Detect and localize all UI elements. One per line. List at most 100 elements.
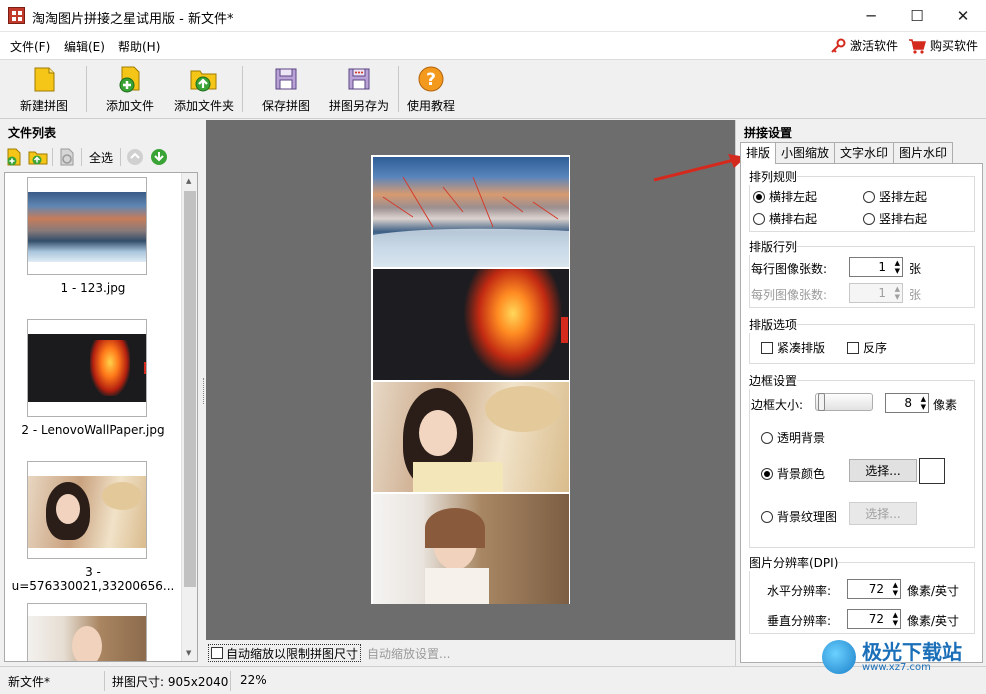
list-item-thumbnail[interactable] bbox=[27, 177, 147, 275]
activate-link[interactable]: 激活软件 bbox=[830, 37, 898, 54]
radio-horizontal-right[interactable]: 横排右起 bbox=[753, 210, 817, 227]
rows-cols-title: 排版行列 bbox=[749, 238, 798, 255]
add-file-icon bbox=[115, 64, 145, 94]
choose-texture-button[interactable]: 选择... bbox=[849, 502, 917, 525]
auto-zoom-settings-link[interactable]: 自动缩放设置... bbox=[367, 645, 450, 662]
activate-label: 激活软件 bbox=[850, 39, 899, 53]
tutorial-label: 使用教程 bbox=[406, 99, 455, 113]
menu-edit[interactable]: 编辑(E) bbox=[64, 38, 105, 55]
auto-zoom-checkbox[interactable]: 自动缩放以限制拼图尺寸 bbox=[208, 644, 362, 662]
add-files-button[interactable]: 添加文件 bbox=[102, 64, 158, 116]
maximize-button[interactable]: ☐ bbox=[894, 0, 940, 32]
h-dpi-spinner[interactable]: 72 ▲ ▼ bbox=[847, 579, 901, 599]
new-collage-button[interactable]: 新建拼图 bbox=[16, 64, 72, 116]
new-document-icon bbox=[29, 64, 59, 94]
radio-vertical-left[interactable]: 竖排左起 bbox=[863, 188, 927, 205]
watermark-name: 极光下载站 bbox=[862, 639, 962, 664]
h-dpi-label: 水平分辨率: bbox=[767, 584, 832, 598]
h-dpi-unit: 像素/英寸 bbox=[907, 584, 960, 598]
auto-zoom-check[interactable] bbox=[211, 647, 223, 659]
per-row-label: 每行图像张数: bbox=[751, 262, 828, 276]
tab-text-watermark[interactable]: 文字水印 bbox=[834, 142, 895, 163]
per-col-spinner[interactable]: 1 ▲ ▼ bbox=[849, 283, 903, 303]
dpi-title: 图片分辨率(DPI) bbox=[749, 554, 839, 571]
border-size-spinner[interactable]: 8 ▲ ▼ bbox=[885, 393, 929, 413]
move-up-icon[interactable] bbox=[125, 147, 145, 167]
collage-tile-portrait bbox=[373, 382, 569, 492]
radio-horizontal-left[interactable]: 横排左起 bbox=[753, 188, 817, 205]
add-files-label: 添加文件 bbox=[105, 99, 154, 113]
file-list[interactable]: 1 - 123.jpg 2 - LenovoWallPaper.jpg 3 - … bbox=[4, 172, 198, 662]
menu-bar: 文件(F) 编辑(E) 帮助(H) 激活软件 购买软件 bbox=[0, 32, 986, 60]
list-item-thumbnail[interactable] bbox=[27, 603, 147, 661]
tool-separator bbox=[81, 148, 82, 166]
save-collage-button[interactable]: 保存拼图 bbox=[258, 64, 314, 116]
lenovo-wallpaper-image bbox=[28, 334, 146, 402]
list-item-thumbnail[interactable] bbox=[27, 319, 147, 417]
status-separator bbox=[230, 671, 231, 691]
menu-file[interactable]: 文件(F) bbox=[10, 38, 50, 55]
border-title: 边框设置 bbox=[749, 372, 798, 389]
per-row-spinner[interactable]: 1 ▲ ▼ bbox=[849, 257, 903, 277]
v-dpi-spinner[interactable]: 72 ▲ ▼ bbox=[847, 609, 901, 629]
remove-file-icon[interactable] bbox=[57, 147, 77, 167]
add-file-small-icon[interactable] bbox=[4, 147, 24, 167]
key-icon bbox=[831, 38, 846, 53]
radio-transparent-bg[interactable]: 透明背景 bbox=[761, 429, 825, 446]
buy-link[interactable]: 购买软件 bbox=[908, 37, 978, 54]
scrollbar-thumb[interactable] bbox=[184, 191, 196, 587]
arrangement-title: 排列规则 bbox=[749, 168, 798, 185]
per-col-unit: 张 bbox=[909, 288, 922, 302]
new-collage-label: 新建拼图 bbox=[19, 99, 68, 113]
menu-help[interactable]: 帮助(H) bbox=[118, 38, 160, 55]
choose-color-button[interactable]: 选择... bbox=[849, 459, 917, 482]
color-swatch[interactable] bbox=[919, 458, 945, 484]
add-folder-small-icon[interactable] bbox=[28, 147, 48, 167]
list-item-caption: 2 - LenovoWallPaper.jpg bbox=[21, 423, 165, 437]
collage-canvas[interactable] bbox=[206, 120, 735, 640]
settings-tabs: 排版 小图缩放 文字水印 图片水印 bbox=[740, 142, 954, 164]
buy-label: 购买软件 bbox=[930, 39, 979, 53]
tab-layout[interactable]: 排版 bbox=[740, 142, 777, 164]
v-dpi-unit: 像素/英寸 bbox=[907, 614, 960, 628]
save-icon bbox=[271, 64, 301, 94]
save-as-button[interactable]: 拼图另存为 bbox=[326, 64, 392, 116]
add-folder-button[interactable]: 添加文件夹 bbox=[172, 64, 236, 116]
toolbar-separator bbox=[398, 66, 399, 112]
file-list-scrollbar[interactable]: ▲ ▼ bbox=[181, 173, 197, 661]
move-down-icon[interactable] bbox=[149, 147, 169, 167]
tab-thumbnail-scale[interactable]: 小图缩放 bbox=[775, 142, 836, 163]
tab-image-watermark[interactable]: 图片水印 bbox=[893, 142, 954, 163]
reverse-order-checkbox[interactable]: 反序 bbox=[847, 339, 887, 356]
select-all-button[interactable]: 全选 bbox=[86, 149, 116, 166]
tutorial-button[interactable]: ? 使用教程 bbox=[404, 64, 458, 116]
close-button[interactable]: ✕ bbox=[940, 0, 986, 32]
radio-vertical-right[interactable]: 竖排右起 bbox=[863, 210, 927, 227]
sky-landscape-image bbox=[28, 192, 146, 262]
border-size-slider[interactable] bbox=[815, 393, 873, 411]
minimize-button[interactable]: ─ bbox=[848, 0, 894, 32]
app-logo-icon bbox=[8, 7, 25, 24]
tool-separator bbox=[52, 148, 53, 166]
radio-bg-color[interactable]: 背景颜色 bbox=[761, 465, 825, 482]
collage-preview bbox=[371, 155, 570, 604]
status-file: 新文件* bbox=[8, 675, 51, 689]
watermark-logo-icon bbox=[822, 640, 856, 674]
status-size: 拼图尺寸: 905x2040 bbox=[112, 675, 229, 689]
list-item-thumbnail[interactable] bbox=[27, 461, 147, 559]
settings-panel: 拼接设置 排版 小图缩放 文字水印 图片水印 排列规则 横排左起 竖排左起 横排… bbox=[735, 120, 986, 666]
per-col-label: 每列图像张数: bbox=[751, 288, 828, 302]
toolbar: 新建拼图 添加文件 添加文件夹 保存拼图 拼图另存为 ? 使用教程 bbox=[0, 60, 986, 119]
add-folder-icon bbox=[189, 64, 219, 94]
site-watermark: 极光下载站 www.xz7.com bbox=[822, 640, 962, 674]
save-as-icon bbox=[344, 64, 374, 94]
settings-title: 拼接设置 bbox=[744, 126, 793, 140]
save-collage-label: 保存拼图 bbox=[261, 99, 310, 113]
compact-layout-checkbox[interactable]: 紧凑排版 bbox=[761, 339, 825, 356]
slider-handle[interactable] bbox=[818, 393, 825, 411]
save-as-label: 拼图另存为 bbox=[328, 99, 389, 113]
radio-bg-texture[interactable]: 背景纹理图 bbox=[761, 508, 837, 525]
red-arrow-icon bbox=[653, 154, 746, 182]
collage-tile-landscape bbox=[373, 157, 569, 267]
help-icon: ? bbox=[416, 64, 446, 94]
